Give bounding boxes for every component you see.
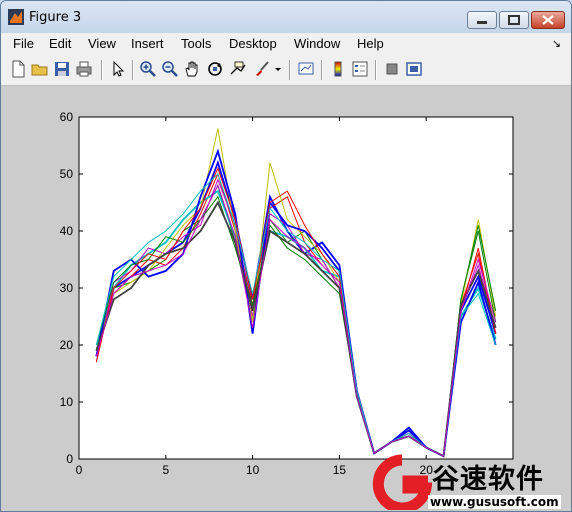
menu-desktop[interactable]: Desktop (229, 36, 277, 51)
menu-help[interactable]: Help (357, 36, 384, 51)
axes-background (78, 116, 514, 460)
title-bar[interactable]: Figure 3 (1, 1, 571, 33)
watermark-url: www.gususoft.com (428, 495, 561, 509)
print-icon[interactable] (75, 60, 93, 78)
y-tick-label: 50 (60, 167, 74, 181)
menu-bar: File Edit View Insert Tools Desktop Wind… (1, 33, 571, 55)
x-tick-label: 15 (333, 463, 347, 477)
y-tick-label: 40 (60, 224, 74, 238)
matlab-logo-icon (8, 9, 24, 25)
y-tick-label: 10 (60, 395, 74, 409)
x-tick-label: 10 (246, 463, 260, 477)
x-tick-label: 5 (162, 463, 169, 477)
x-tick-label: 0 (76, 463, 83, 477)
edit-plot-arrow-icon[interactable] (109, 60, 127, 78)
menu-view[interactable]: View (88, 36, 116, 51)
toolbar-separator (375, 60, 377, 80)
zoom-in-icon[interactable] (139, 60, 157, 78)
watermark: 谷速软件 www.gususoft.com (372, 454, 572, 512)
plot-axes[interactable]: 0 5 10 15 200102030405060 (0, 85, 570, 510)
y-tick-label: 20 (60, 338, 74, 352)
minimize-button[interactable] (467, 11, 497, 29)
menu-file[interactable]: File (13, 36, 34, 51)
toolbar-separator (101, 60, 103, 80)
menu-tools[interactable]: Tools (181, 36, 211, 51)
gusu-logo-icon (372, 454, 432, 510)
window-title: Figure 3 (29, 10, 82, 25)
menu-edit[interactable]: Edit (49, 36, 71, 51)
new-figure-icon[interactable] (9, 60, 27, 78)
data-cursor-icon[interactable] (229, 60, 247, 78)
close-button[interactable] (531, 11, 565, 29)
brush-dropdown-icon[interactable] (273, 60, 283, 78)
zoom-out-icon[interactable] (161, 60, 179, 78)
menu-window[interactable]: Window (294, 36, 340, 51)
maximize-button[interactable] (499, 11, 529, 29)
y-tick-label: 0 (66, 452, 73, 466)
hide-plot-tools-icon[interactable] (383, 60, 401, 78)
pan-hand-icon[interactable] (183, 60, 201, 78)
rotate-3d-icon[interactable] (206, 60, 224, 78)
toolbar-separator (321, 60, 323, 80)
show-plot-tools-icon[interactable] (405, 60, 423, 78)
maximize-icon (508, 15, 520, 25)
y-tick-label: 60 (60, 110, 74, 124)
menu-insert[interactable]: Insert (131, 36, 164, 51)
colorbar-icon[interactable] (329, 60, 347, 78)
toolbar-separator (289, 60, 291, 80)
minimize-icon (477, 21, 487, 24)
dock-figure-button[interactable]: ↘ (552, 37, 561, 50)
figure-toolbar (1, 55, 571, 86)
legend-icon[interactable] (351, 60, 369, 78)
brush-icon[interactable] (253, 60, 271, 78)
save-icon[interactable] (53, 60, 71, 78)
y-tick-label: 30 (60, 281, 74, 295)
link-plot-icon[interactable] (297, 60, 315, 78)
open-file-icon[interactable] (31, 60, 49, 78)
close-icon (542, 15, 554, 25)
watermark-brand: 谷速软件 (432, 464, 544, 495)
toolbar-separator (132, 60, 134, 80)
